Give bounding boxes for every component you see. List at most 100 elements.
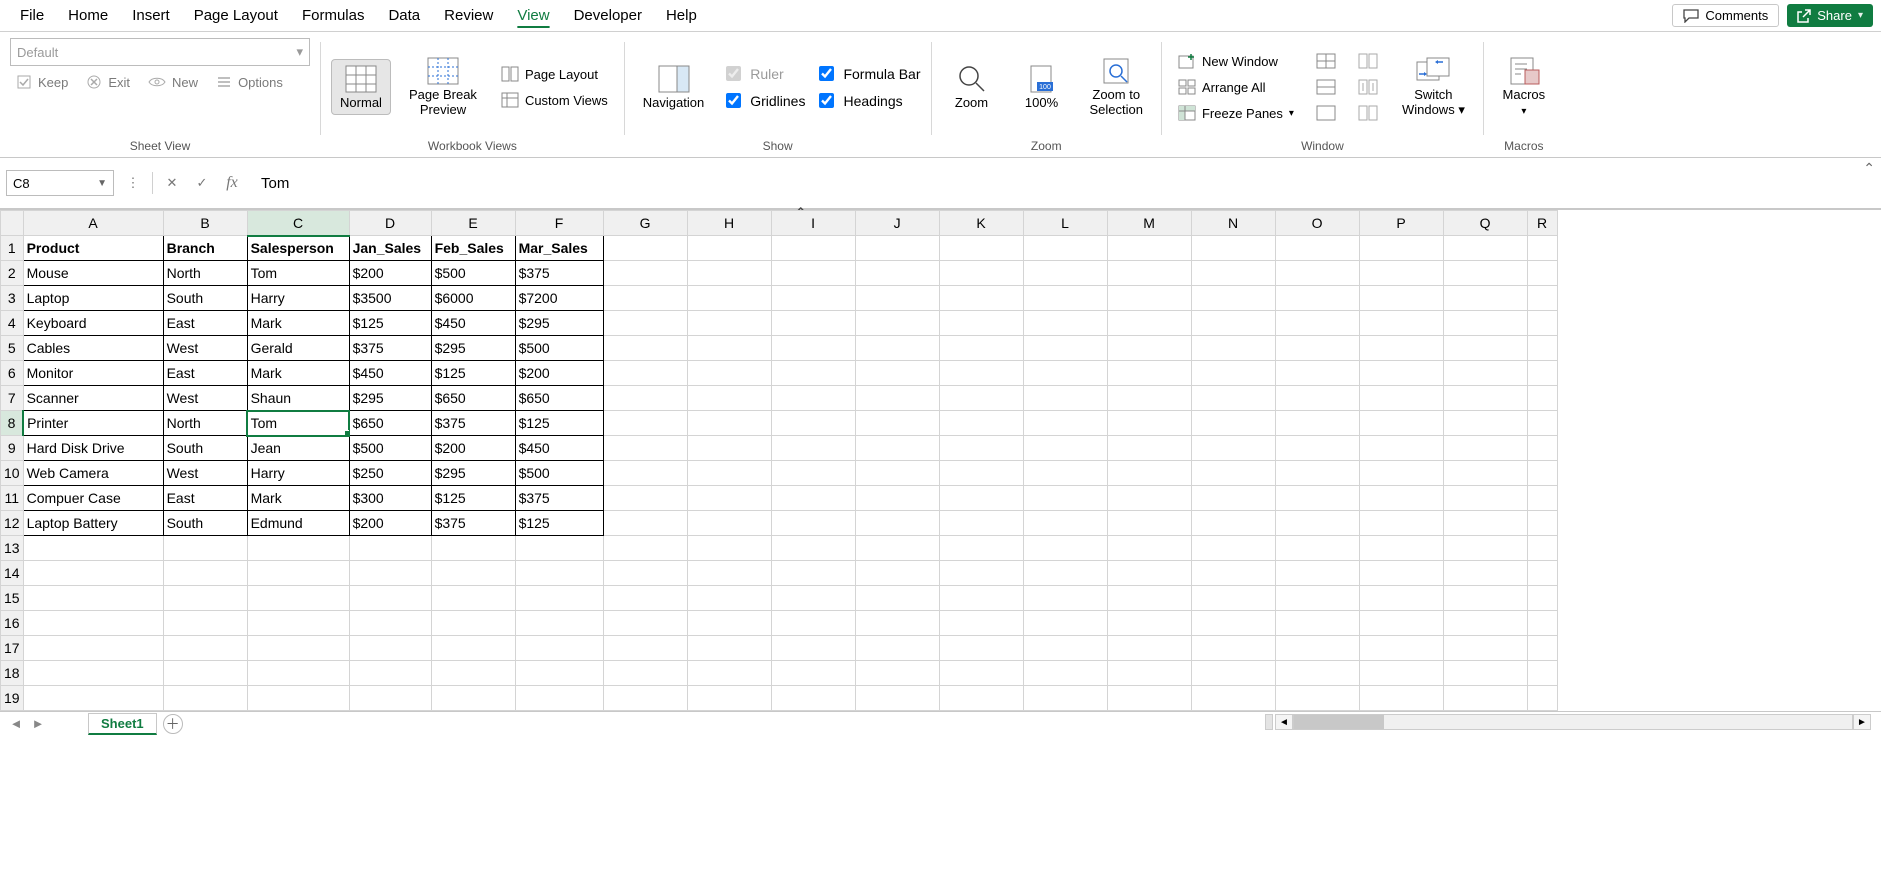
- cell[interactable]: [1107, 611, 1191, 636]
- cell[interactable]: [1107, 386, 1191, 411]
- cell[interactable]: Hard Disk Drive: [23, 436, 163, 461]
- cell[interactable]: [1275, 661, 1359, 686]
- cell[interactable]: [1023, 611, 1107, 636]
- fb-more-button[interactable]: ⋮: [122, 172, 144, 194]
- cell[interactable]: $295: [431, 336, 515, 361]
- cell[interactable]: [771, 636, 855, 661]
- cell[interactable]: [431, 636, 515, 661]
- cell[interactable]: [687, 286, 771, 311]
- cell[interactable]: Mar_Sales: [515, 236, 603, 261]
- cell[interactable]: $450: [431, 311, 515, 336]
- zoom-100-button[interactable]: 100 100%: [1012, 60, 1072, 115]
- cell[interactable]: [349, 586, 431, 611]
- row-header[interactable]: 7: [1, 386, 24, 411]
- row-header[interactable]: 19: [1, 686, 24, 711]
- cell[interactable]: [1359, 411, 1443, 436]
- cell[interactable]: Scanner: [23, 386, 163, 411]
- arrange-all-button[interactable]: Arrange All: [1172, 77, 1300, 97]
- cell[interactable]: [1527, 561, 1557, 586]
- cell[interactable]: [1191, 536, 1275, 561]
- column-header[interactable]: A: [23, 211, 163, 236]
- cell[interactable]: [1359, 536, 1443, 561]
- cell[interactable]: [855, 511, 939, 536]
- cell[interactable]: [1275, 636, 1359, 661]
- scroll-right-button[interactable]: ►: [1853, 714, 1871, 730]
- cell[interactable]: [1191, 436, 1275, 461]
- cell[interactable]: [1275, 486, 1359, 511]
- split-button[interactable]: [1310, 51, 1342, 71]
- spreadsheet-grid[interactable]: ABCDEFGHIJKLMNOPQR1ProductBranchSalesper…: [0, 210, 1881, 711]
- cell[interactable]: [163, 586, 247, 611]
- cell[interactable]: [687, 336, 771, 361]
- cell[interactable]: [1023, 511, 1107, 536]
- cell[interactable]: [1359, 561, 1443, 586]
- tab-nav-next[interactable]: ►: [30, 716, 46, 731]
- cell[interactable]: [1443, 686, 1527, 711]
- cell[interactable]: [771, 411, 855, 436]
- cell[interactable]: Harry: [247, 461, 349, 486]
- row-header[interactable]: 10: [1, 461, 24, 486]
- cell[interactable]: [1023, 361, 1107, 386]
- cell[interactable]: [939, 411, 1023, 436]
- row-header[interactable]: 5: [1, 336, 24, 361]
- cell[interactable]: [1443, 236, 1527, 261]
- cell[interactable]: $125: [515, 511, 603, 536]
- cell[interactable]: [855, 686, 939, 711]
- formula-input[interactable]: [251, 170, 1875, 196]
- cell[interactable]: [247, 586, 349, 611]
- cell[interactable]: [1527, 486, 1557, 511]
- cell[interactable]: [1275, 511, 1359, 536]
- column-header[interactable]: B: [163, 211, 247, 236]
- cell[interactable]: Monitor: [23, 361, 163, 386]
- cell[interactable]: East: [163, 361, 247, 386]
- cell[interactable]: [1359, 661, 1443, 686]
- cell[interactable]: [1023, 311, 1107, 336]
- cell[interactable]: [1359, 686, 1443, 711]
- cell[interactable]: [515, 686, 603, 711]
- column-header[interactable]: Q: [1443, 211, 1527, 236]
- cell[interactable]: [939, 686, 1023, 711]
- cell[interactable]: [855, 236, 939, 261]
- cell[interactable]: [855, 486, 939, 511]
- gridlines-check-input[interactable]: [726, 93, 741, 108]
- cell[interactable]: [1443, 486, 1527, 511]
- cell[interactable]: [1443, 536, 1527, 561]
- cell[interactable]: [939, 586, 1023, 611]
- tab-nav-prev[interactable]: ◄: [8, 716, 24, 731]
- cell[interactable]: [1107, 361, 1191, 386]
- cell[interactable]: $450: [515, 436, 603, 461]
- row-header[interactable]: 1: [1, 236, 24, 261]
- insert-function-button[interactable]: fx: [221, 172, 243, 194]
- cell[interactable]: [247, 561, 349, 586]
- cell[interactable]: [247, 686, 349, 711]
- cell[interactable]: [1275, 436, 1359, 461]
- cell[interactable]: [603, 486, 687, 511]
- menu-help[interactable]: Help: [654, 3, 709, 28]
- cell[interactable]: $650: [515, 386, 603, 411]
- cell[interactable]: [1191, 636, 1275, 661]
- cell[interactable]: [1275, 461, 1359, 486]
- cell[interactable]: [939, 511, 1023, 536]
- menu-data[interactable]: Data: [376, 3, 432, 28]
- cell[interactable]: [939, 336, 1023, 361]
- row-header[interactable]: 8: [1, 411, 24, 436]
- page-break-preview-button[interactable]: Page Break Preview: [401, 52, 485, 122]
- cell[interactable]: [1359, 261, 1443, 286]
- cell[interactable]: [1275, 611, 1359, 636]
- cell[interactable]: $295: [431, 461, 515, 486]
- cell[interactable]: [163, 686, 247, 711]
- cell[interactable]: [1107, 561, 1191, 586]
- cell[interactable]: Printer: [23, 411, 163, 436]
- cell[interactable]: [1107, 411, 1191, 436]
- cell[interactable]: [1527, 536, 1557, 561]
- column-header[interactable]: L: [1023, 211, 1107, 236]
- cell[interactable]: East: [163, 311, 247, 336]
- cell[interactable]: [1191, 361, 1275, 386]
- add-sheet-button[interactable]: ＋: [163, 714, 183, 734]
- cell[interactable]: [1359, 361, 1443, 386]
- cell[interactable]: $500: [349, 436, 431, 461]
- cell[interactable]: [1107, 436, 1191, 461]
- row-header[interactable]: 9: [1, 436, 24, 461]
- cell[interactable]: [515, 611, 603, 636]
- cell[interactable]: [1023, 436, 1107, 461]
